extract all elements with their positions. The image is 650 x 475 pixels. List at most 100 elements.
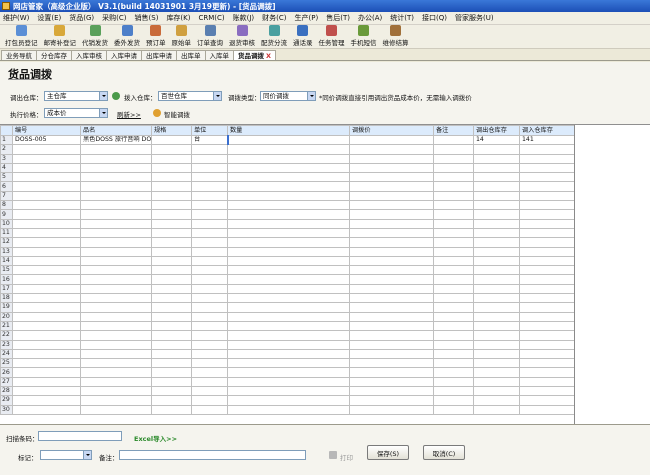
column-header[interactable]: 调拨价 [349,125,434,136]
menu-item[interactable]: CRM(C) [195,14,229,22]
menu-item[interactable]: 管家服务(U) [451,13,498,23]
table-cell[interactable] [227,218,350,229]
mark-select[interactable] [40,450,92,460]
table-cell[interactable] [473,385,520,397]
table-cell[interactable] [80,218,152,229]
table-cell[interactable] [151,227,192,239]
table-cell[interactable] [151,339,192,350]
table-cell[interactable] [473,320,520,332]
table-cell[interactable] [80,311,152,322]
table-cell[interactable] [227,153,350,164]
chevron-down-icon[interactable] [213,92,221,100]
table-cell[interactable] [191,274,228,285]
table-cell[interactable] [12,404,81,415]
items-grid[interactable]: 编号 品名 规格 单位 数量 调拨价 备注 调出仓库存 调入仓库存 1 DOSS-005 黑色DOS… [0,124,650,424]
table-cell[interactable]: 黑色DOSS 旅行音响 DOS [80,134,152,146]
table-cell[interactable] [349,181,434,192]
menu-item[interactable]: 账款(J) [229,13,259,23]
table-cell[interactable] [349,274,434,285]
toolbar-button[interactable]: 邮寄补登记 [41,25,80,48]
table-cell[interactable] [12,265,81,276]
table-cell[interactable] [12,395,81,406]
table-cell[interactable] [227,302,350,313]
tab[interactable]: 入库申请 [106,50,142,60]
table-cell[interactable] [519,358,575,369]
table-cell[interactable] [151,404,192,415]
table-cell[interactable] [227,385,350,397]
menu-item[interactable]: 库存(K) [162,13,194,23]
table-row[interactable]: 24 [0,348,575,360]
table-cell[interactable] [227,172,350,183]
table-cell[interactable] [80,246,152,257]
table-cell[interactable] [473,367,520,378]
table-cell[interactable] [227,330,350,341]
table-cell[interactable] [473,302,520,313]
table-cell[interactable] [80,274,152,285]
table-cell[interactable] [349,367,434,378]
table-cell[interactable] [473,395,520,406]
column-header[interactable]: 单位 [191,125,228,136]
table-cell[interactable] [473,274,520,285]
table-cell[interactable] [349,227,434,239]
price-select[interactable]: 成本价 [44,108,108,118]
table-cell[interactable] [80,302,152,313]
table-row[interactable]: 1 DOSS-005 黑色DOSS 旅行音响 DOS 台 14 141 [0,134,575,146]
table-cell[interactable] [12,162,81,174]
table-row[interactable]: 19 [0,302,575,313]
menu-item[interactable]: 维护(W) [0,13,33,23]
table-cell[interactable] [433,181,474,192]
table-cell[interactable] [151,358,192,369]
table-cell[interactable] [349,134,434,146]
table-cell[interactable] [519,218,575,229]
table-cell[interactable] [473,265,520,276]
tab[interactable]: 货品调拨 X [233,50,277,60]
tab[interactable]: 出库申请 [141,50,177,60]
table-cell[interactable] [519,395,575,406]
table-cell[interactable] [191,172,228,183]
table-cell[interactable] [191,237,228,248]
table-cell[interactable] [433,190,474,202]
excel-import-link[interactable]: Excel导入>> [134,433,177,443]
table-cell[interactable] [433,302,474,313]
table-cell[interactable] [12,172,81,183]
table-cell[interactable] [80,320,152,332]
table-cell[interactable] [12,200,81,211]
table-cell[interactable] [151,246,192,257]
table-cell[interactable] [12,255,81,267]
table-row[interactable]: 4 [0,162,575,174]
table-cell[interactable] [519,153,575,164]
table-cell[interactable] [227,265,350,276]
table-cell[interactable] [349,237,434,248]
table-cell[interactable] [519,172,575,183]
table-cell[interactable] [349,330,434,341]
tab[interactable]: 出库单 [176,50,206,60]
menu-item[interactable]: 售后(T) [322,13,354,23]
refresh-link[interactable]: 刷新>> [117,109,141,119]
table-cell[interactable] [227,311,350,322]
table-row[interactable]: 25 [0,358,575,369]
table-cell[interactable] [473,293,520,304]
table-cell[interactable] [349,283,434,295]
table-cell[interactable] [433,358,474,369]
table-cell[interactable] [519,330,575,341]
table-cell[interactable] [80,209,152,220]
out-warehouse-select[interactable]: 主仓库 [44,91,108,101]
menu-item[interactable]: 接口(Q) [418,13,451,23]
table-cell[interactable] [519,190,575,202]
table-cell[interactable] [473,200,520,211]
table-cell[interactable] [349,265,434,276]
table-row[interactable]: 23 [0,339,575,350]
barcode-input[interactable] [38,431,122,441]
table-cell[interactable] [227,395,350,406]
table-cell[interactable] [227,209,350,220]
table-cell[interactable] [151,274,192,285]
table-cell[interactable] [433,311,474,322]
column-header[interactable]: 编号 [12,125,81,136]
table-cell[interactable] [151,172,192,183]
table-cell[interactable] [191,255,228,267]
table-cell[interactable] [519,404,575,415]
table-cell[interactable] [80,385,152,397]
table-cell[interactable] [433,162,474,174]
column-header[interactable]: 备注 [433,125,474,136]
table-row[interactable]: 21 [0,320,575,332]
